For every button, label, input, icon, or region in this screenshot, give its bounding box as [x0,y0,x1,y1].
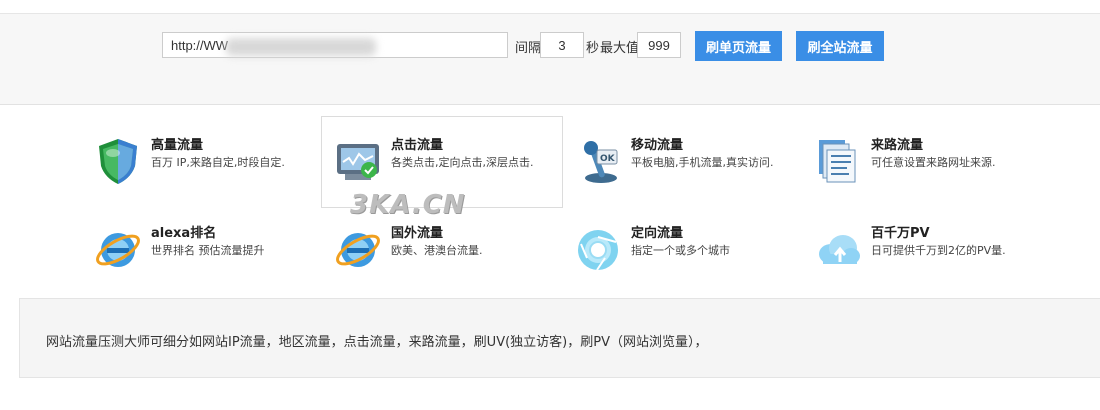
toolbar [0,14,1100,105]
feature-title: alexa排名 [151,226,217,241]
feature-targeted-traffic[interactable]: 定向流量 指定一个或多个城市 [573,222,803,282]
seconds-label: 秒 [586,41,600,56]
feature-title: 高量流量 [151,138,204,153]
redacted-url-blur [226,38,376,56]
feature-desc: 平板电脑,手机流量,真实访问. [631,156,774,169]
monitor-check-icon [333,136,383,186]
documents-icon [813,136,863,186]
max-input[interactable] [637,32,681,58]
feature-title: 百千万PV [871,226,930,241]
ie-globe-icon [333,224,383,274]
shield-icon [93,136,143,186]
whole-site-traffic-button[interactable]: 刷全站流量 [796,31,884,61]
max-label: 最大值 [600,41,640,56]
top-strip [0,0,1100,14]
feature-foreign-traffic[interactable]: 国外流量 欧美、港澳台流量. [333,222,563,282]
feature-high-volume[interactable]: 高量流量 百万 IP,来路自定,时段自定. [93,134,323,194]
info-text: 网站流量压测大师可细分如网站IP流量，地区流量，点击流量，来路流量，刷UV(独立… [46,335,708,350]
feature-desc: 日可提供千万到2亿的PV量. [871,244,1006,257]
feature-referrer-traffic[interactable]: 来路流量 可任意设置来路网址来源. [813,134,1043,194]
feature-desc: 世界排名 预估流量提升 [151,244,265,257]
ie-globe-icon [93,224,143,274]
svg-text:OK: OK [600,154,616,164]
info-panel: 网站流量压测大师可细分如网站IP流量，地区流量，点击流量，来路流量，刷UV(独立… [19,298,1100,378]
feature-title: 来路流量 [871,138,924,153]
feature-alexa-rank[interactable]: alexa排名 世界排名 预估流量提升 [93,222,323,282]
feature-title: 定向流量 [631,226,684,241]
watermark-text: 3KA.CN [350,190,466,220]
feature-desc: 指定一个或多个城市 [631,244,730,257]
feature-title: 点击流量 [391,138,444,153]
feature-desc: 可任意设置来路网址来源. [871,156,996,169]
feature-title: 移动流量 [631,138,684,153]
interval-label: 间隔 [515,41,542,56]
joystick-icon: OK [573,136,623,186]
feature-desc: 欧美、港澳台流量. [391,244,483,257]
interval-input[interactable] [540,32,584,58]
feature-desc: 百万 IP,来路自定,时段自定. [151,156,285,169]
feature-mobile-traffic[interactable]: OK 移动流量 平板电脑,手机流量,真实访问. [573,134,803,194]
feature-click-traffic[interactable]: 点击流量 各类点击,定向点击,深层点击. [333,134,563,194]
feature-mass-pv[interactable]: 百千万PV 日可提供千万到2亿的PV量. [813,222,1043,282]
cloud-upload-icon [813,224,863,274]
feature-desc: 各类点击,定向点击,深层点击. [391,156,534,169]
single-page-traffic-button[interactable]: 刷单页流量 [695,31,782,61]
chrome-icon [573,224,623,274]
feature-title: 国外流量 [391,226,444,241]
